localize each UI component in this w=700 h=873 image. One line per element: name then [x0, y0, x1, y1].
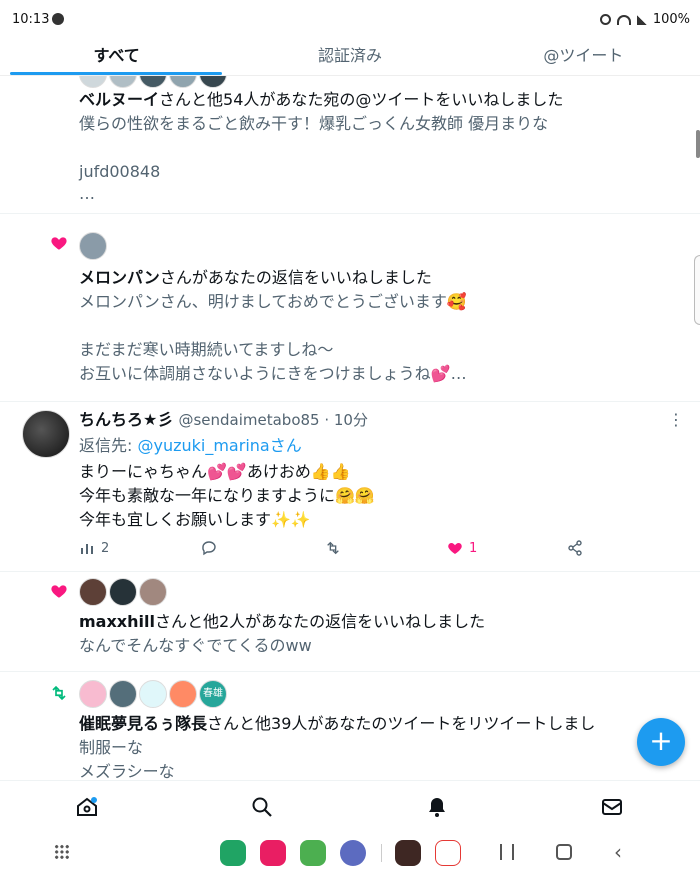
like-button[interactable]: 1	[447, 540, 477, 556]
line-app-icon[interactable]	[300, 840, 326, 866]
tweet-preview-line: jufd00848	[79, 162, 161, 181]
tab-verified[interactable]: 認証済み	[233, 38, 466, 75]
status-right: 100%	[599, 12, 690, 27]
bottom-navigation	[0, 780, 700, 832]
avatar[interactable]	[109, 680, 137, 708]
reply-icon	[202, 541, 216, 556]
share-icon	[568, 540, 582, 556]
wifi-icon	[616, 14, 631, 25]
tweet-text-line: 今年も素敵な一年になりますように🤗🤗	[79, 486, 375, 505]
tweet-actions: 2 1	[79, 540, 599, 562]
avatar[interactable]	[109, 578, 137, 606]
notification-like-mention[interactable]: ベルヌーイさんと他54人があなた宛の@ツイートをいいねしました 僕らの性欲をまる…	[0, 76, 700, 214]
dock-divider	[381, 844, 382, 862]
avatar[interactable]: 春雄	[199, 680, 227, 708]
avatar[interactable]	[22, 410, 70, 458]
tweet-preview-line: 僕らの性欲をまるごと飲み干す！爆乳ごっくん女教師 優月まりな	[79, 114, 549, 133]
status-bar: 10:13 100%	[0, 0, 700, 38]
compose-tweet-button[interactable]: +	[637, 718, 685, 766]
status-time: 10:13	[12, 12, 50, 27]
avatar[interactable]	[109, 76, 137, 88]
notification-action: さんと他54人があなた宛の@ツイートをいいねしました	[159, 90, 564, 109]
manga-app-icon[interactable]	[435, 840, 461, 866]
user-name[interactable]: ベルヌーイ	[79, 90, 159, 109]
avatar[interactable]	[169, 680, 197, 708]
views-count: 2	[101, 540, 110, 556]
reply-prefix: 返信先:	[79, 436, 138, 455]
notification-title: 催眠夢見るぅ隊長さんと他39人があなたのツイートをリツイートしまし	[79, 712, 595, 736]
tab-mentions[interactable]: @ツイート	[467, 38, 700, 75]
bell-icon[interactable]	[425, 795, 449, 819]
avatar[interactable]	[199, 76, 227, 88]
notification-tabs: すべて 認証済み @ツイート	[0, 38, 700, 76]
user-name[interactable]: 催眠夢見るぅ隊長	[79, 714, 207, 733]
tweet-preview-line: メズラシーな	[79, 762, 175, 780]
recent-app-icon[interactable]	[395, 840, 421, 866]
tweet-preview-line: なんでそんなすぐでてくるのww	[79, 636, 312, 655]
notification-like-reply[interactable]: maxxhillさんと他2人があなたの返信をいいねしました なんでそんなすぐでて…	[0, 572, 700, 672]
heart-icon	[51, 585, 67, 598]
tweet-text-line: まりーにゃちゃん💕💕あけおめ👍👍	[79, 462, 351, 481]
user-name[interactable]: maxxhill	[79, 612, 155, 631]
apps-grid-icon[interactable]	[54, 844, 70, 860]
reply-to-link[interactable]: @yuzuki_marinaさん	[137, 436, 301, 455]
reply-button[interactable]	[201, 540, 217, 556]
notification-action: さんと他2人があなたの返信をいいねしました	[154, 612, 486, 631]
retweet-button[interactable]	[325, 540, 341, 556]
notification-title: メロンパンさんがあなたの返信をいいねしました	[79, 266, 432, 290]
more-options-icon[interactable]: ⋮	[668, 410, 684, 429]
notification-title: maxxhillさんと他2人があなたの返信をいいねしました	[79, 610, 485, 634]
heart-icon	[51, 237, 67, 250]
notification-feed: ベルヌーイさんと他54人があなた宛の@ツイートをいいねしました 僕らの性欲をまる…	[0, 76, 700, 780]
retweet-icon	[327, 541, 339, 555]
alarm-icon	[599, 14, 611, 25]
notification-like-reply[interactable]: メロンパンさんがあなたの返信をいいねしました メロンパンさん、明けましておめでと…	[0, 214, 700, 402]
avatar[interactable]	[139, 76, 167, 88]
avatar[interactable]	[79, 232, 107, 260]
share-button[interactable]	[567, 540, 583, 556]
views-icon	[81, 544, 93, 554]
camera-app-icon[interactable]	[260, 840, 286, 866]
tweet-preview-line: まだまだ寒い時期続いてますしね～	[79, 340, 334, 359]
tab-all[interactable]: すべて	[0, 38, 233, 75]
recent-apps-icon[interactable]	[500, 844, 514, 860]
reply-to-line: 返信先: @yuzuki_marinaさん	[79, 434, 302, 458]
back-icon[interactable]: ‹	[614, 840, 622, 864]
home-button-icon[interactable]	[556, 844, 572, 860]
notification-action: さんがあなたの返信をいいねしました	[159, 268, 432, 287]
search-icon[interactable]	[250, 795, 274, 819]
tweet-preview-line: メロンパンさん、明けましておめでとうございます🥰	[79, 292, 467, 311]
avatar[interactable]	[169, 76, 197, 88]
notification-action: さんと他39人があなたのツイートをリツイートしまし	[207, 714, 596, 733]
signal-icon	[636, 14, 647, 25]
avatar[interactable]	[139, 680, 167, 708]
battery-text: 100%	[652, 12, 690, 27]
tweet-preview-line: お互いに体調崩さないようにきをつけましょうね💕…	[79, 364, 467, 383]
tweet-header: ちんちろ★彡 @sendaimetabo85 · 10分	[79, 408, 368, 432]
tweet-text-line: 今年も宜しくお願いします✨✨	[79, 510, 311, 529]
heart-icon	[448, 543, 462, 554]
likes-count: 1	[469, 540, 478, 556]
phone-app-icon[interactable]	[220, 840, 246, 866]
avatar[interactable]	[139, 578, 167, 606]
user-name[interactable]: ちんちろ★彡	[79, 410, 173, 429]
home-icon[interactable]	[75, 795, 99, 819]
chat-app-icon[interactable]	[340, 840, 366, 866]
mail-icon[interactable]	[600, 795, 624, 819]
avatar[interactable]	[79, 76, 107, 88]
avatar[interactable]	[79, 680, 107, 708]
chat-notification-icon	[52, 13, 64, 25]
user-handle-time: @sendaimetabo85 · 10分	[178, 411, 368, 429]
notification-title: ベルヌーイさんと他54人があなた宛の@ツイートをいいねしました	[79, 88, 563, 112]
active-tab-indicator	[10, 72, 222, 75]
tweet-preview-line: 制服ーな	[79, 738, 144, 757]
retweet-icon	[52, 685, 66, 701]
user-name[interactable]: メロンパン	[79, 268, 160, 287]
notification-retweet[interactable]: 春雄 催眠夢見るぅ隊長さんと他39人があなたのツイートをリツイートしまし 制服ー…	[0, 672, 700, 780]
views-button[interactable]: 2	[79, 540, 109, 556]
tweet-preview-line: …	[79, 184, 95, 203]
avatar[interactable]	[79, 578, 107, 606]
system-navigation-bar: ‹	[0, 832, 700, 873]
